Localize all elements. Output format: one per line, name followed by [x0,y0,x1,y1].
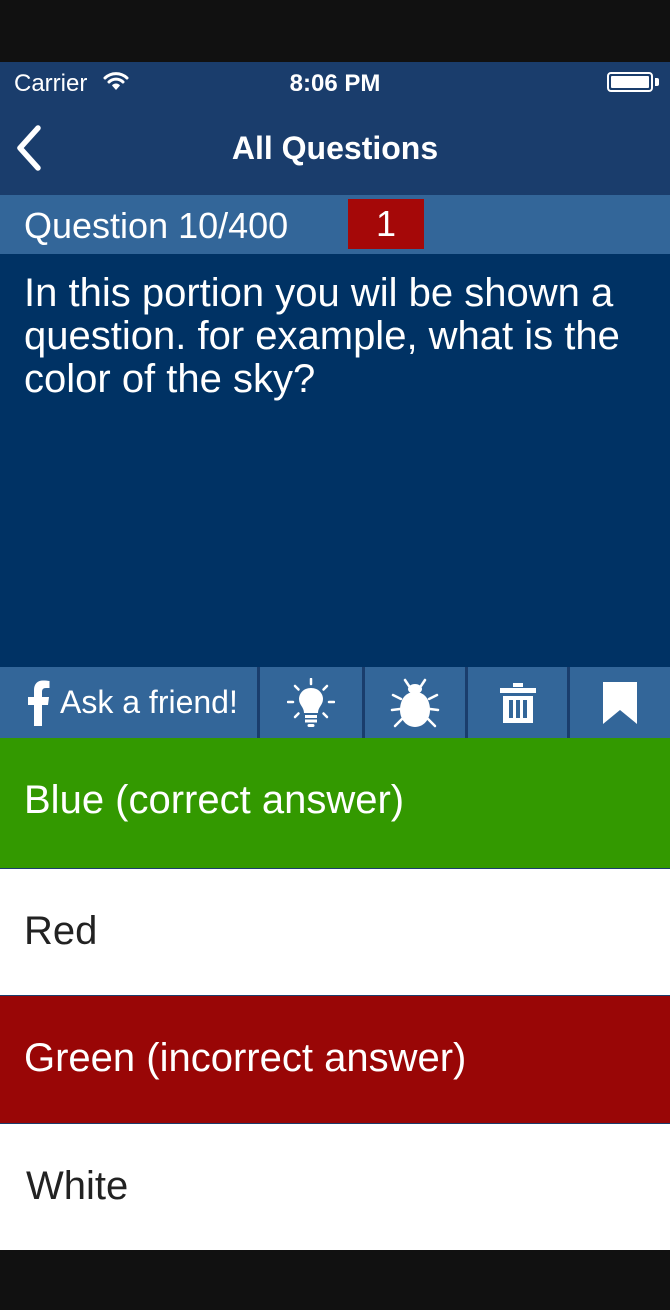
answer-label-1: Blue (correct answer) [24,778,405,822]
bookmark-icon [603,681,637,724]
top-bar: Carrier 8:06 PM All Questions [0,62,670,195]
answer-option-3[interactable]: Green (incorrect answer) [0,995,670,1123]
app-screen: Carrier 8:06 PM All Questions Question 1… [0,62,670,1250]
status-bar: Carrier 8:06 PM [0,62,670,104]
action-toolbar: Ask a friend! [0,667,670,738]
facebook-icon [28,680,50,726]
bookmark-button[interactable] [570,667,670,738]
lightbulb-icon [287,677,335,727]
answer-label-4: White [26,1164,129,1208]
answer-option-1[interactable]: Blue (correct answer) [0,738,670,868]
question-badge: 1 [348,199,424,249]
answer-option-2[interactable]: Red [0,868,670,995]
delete-button[interactable] [468,667,567,738]
question-text: In this portion you wil be shown a quest… [24,271,620,401]
ask-friend-label: Ask a friend! [60,684,238,720]
answer-option-4[interactable]: White [0,1123,670,1250]
ask-friend-button[interactable]: Ask a friend! [0,667,257,738]
question-counter: Question 10/400 [24,205,289,246]
question-header: Question 10/400 1 [0,195,670,254]
hint-button[interactable] [260,667,362,738]
status-time: 8:06 PM [289,70,381,97]
page-title: All Questions [231,130,439,166]
navigation-bar: All Questions [0,104,670,195]
trash-icon [499,682,536,723]
question-body: In this portion you wil be shown a quest… [0,254,670,667]
battery-icon [607,72,653,92]
report-bug-button[interactable] [365,667,465,738]
answer-label-3: Green (incorrect answer) [24,1036,467,1080]
answer-label-2: Red [24,909,98,953]
battery-tip [655,78,659,86]
bug-icon [390,678,440,727]
